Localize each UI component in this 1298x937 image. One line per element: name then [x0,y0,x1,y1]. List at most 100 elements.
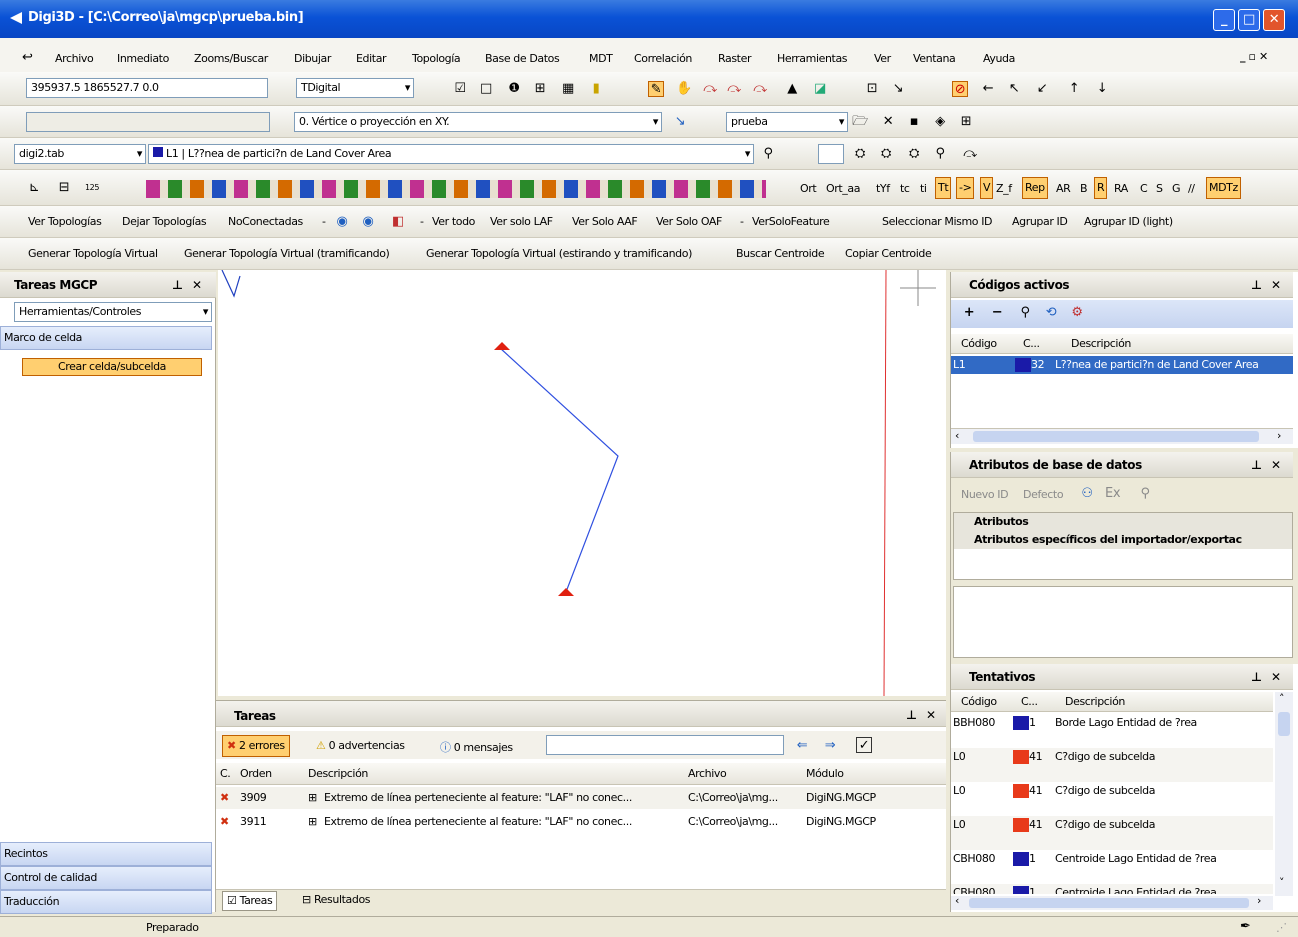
section-control-calidad[interactable]: Control de calidad [0,866,212,890]
tool-icon-3[interactable]: ⛭ [906,146,922,162]
ex-button[interactable]: Ex [1105,486,1121,501]
label-g[interactable]: G [1172,182,1181,195]
label-ra[interactable]: RA [1114,182,1128,195]
table-row[interactable]: L0 41 C?digo de subcelda [951,748,1273,782]
col-orden[interactable]: Orden [240,767,272,780]
measure-icon[interactable]: ⊾ [26,180,42,196]
menu-editar[interactable]: Editar [356,52,387,65]
btn-buscar-centroide[interactable]: Buscar Centroide [736,247,825,260]
tools-dropdown[interactable]: Herramientas/Controles ▾ [14,302,212,322]
btn-versolofeature[interactable]: VerSoloFeature [752,215,830,228]
label-mdtz[interactable]: MDTz [1206,177,1241,199]
binoculars-icon[interactable]: ⚲ [760,146,776,162]
menu-app-icon[interactable]: ↩ [22,50,33,65]
menu-ventana[interactable]: Ventana [913,52,956,65]
empty-field[interactable] [818,144,844,164]
atributos-row[interactable]: Atributos [954,513,1292,531]
next-arrow-icon[interactable]: ⇒ [822,738,838,754]
scroll-left-icon[interactable]: ‹ [955,894,959,907]
messages-filter[interactable]: ⓘ 0 mensajes [440,739,513,755]
menu-mdt[interactable]: MDT [589,52,613,65]
users-icon[interactable]: ⚇ [1079,486,1095,502]
properties-icon[interactable]: ⊞ [532,81,548,97]
delete-icon[interactable]: ✕ [880,114,896,130]
counter-icon[interactable]: 125 [84,180,100,196]
device-select[interactable]: TDigital ▾ [296,78,414,98]
menu-inmediato[interactable]: Inmediato [117,52,169,65]
search-icon[interactable]: ⚲ [1137,486,1153,502]
pin-icon[interactable]: ⊥ [1251,458,1262,472]
btn-ver-solo-oaf[interactable]: Ver Solo OAF [656,215,722,228]
col-descripcion[interactable]: Descripción [1065,695,1125,708]
tool-icon-1[interactable]: ⛭ [852,146,868,162]
menu-base-datos[interactable]: Base de Datos [485,52,560,65]
btn-generar-topologia[interactable]: Generar Topología Virtual [28,247,158,260]
settings-icon[interactable]: ⚙ [1069,305,1085,321]
scroll-thumb[interactable] [1278,712,1290,736]
feature-tools-strip[interactable] [146,180,766,198]
terrain-icon[interactable]: ▲ [784,81,800,97]
help-icon[interactable]: ❶ [506,81,522,97]
label-slashes[interactable]: // [1188,182,1195,195]
layers-icon[interactable]: ◧ [390,214,406,230]
close-icon[interactable]: ✕ [1271,278,1281,292]
col-descripcion[interactable]: Descripción [1071,337,1131,350]
minimize-button[interactable]: _ [1213,9,1235,31]
coordinates-field[interactable]: 395937.5 1865527.7 0.0 [26,78,268,98]
btn-generar-topologia-estir[interactable]: Generar Topología Virtual (estirando y t… [426,247,692,260]
table-row[interactable]: L1 32 L??nea de partici?n de Land Cover … [951,356,1293,374]
col-color[interactable]: C... [1021,695,1038,708]
tool-icon-5[interactable]: ⤼ [962,146,978,162]
arrow-down-icon[interactable]: ↓ [1094,81,1110,97]
atributos-especificos-row[interactable]: Atributos específicos del importador/exp… [954,531,1292,549]
menu-topologia[interactable]: Topología [412,52,461,65]
btn-agrupar-id-light[interactable]: Agrupar ID (light) [1084,215,1173,228]
maximize-button[interactable]: □ [1238,9,1260,31]
scroll-right-icon[interactable]: › [1277,429,1281,442]
btn-seleccionar-mismo-id[interactable]: Seleccionar Mismo ID [882,215,993,228]
label-ti[interactable]: ti [920,182,927,195]
defecto-button[interactable]: Defecto [1023,488,1064,501]
pin-icon[interactable]: ⊥ [1251,278,1262,292]
btn-agrupar-id[interactable]: Agrupar ID [1012,215,1068,228]
btn-ver-todo[interactable]: Ver todo [432,215,475,228]
export-icon[interactable]: ◈ [932,114,948,130]
menu-ayuda[interactable]: Ayuda [983,52,1015,65]
prev-arrow-icon[interactable]: ⇐ [794,738,810,754]
cancel-icon[interactable]: ⊘ [952,81,968,97]
btn-ver-solo-aaf[interactable]: Ver Solo AAF [572,215,638,228]
tab-tareas[interactable]: ☑ Tareas [222,891,278,911]
expand-icon[interactable]: ⊞ [308,791,317,804]
globe-icon-1[interactable]: ◉ [334,214,350,230]
label-ar[interactable]: AR [1056,182,1071,195]
add-icon[interactable]: + [961,305,977,321]
pin-icon[interactable]: ⊥ [906,708,917,722]
label-tyf[interactable]: tYf [876,182,890,195]
pin-icon[interactable]: ⊥ [172,278,183,292]
menu-ver[interactable]: Ver [874,52,891,65]
route-icon-2[interactable]: ↘ [890,81,906,97]
arrow-up-icon[interactable]: ↑ [1066,81,1082,97]
remove-icon[interactable]: − [989,305,1005,321]
btn-ver-topologias[interactable]: Ver Topologías [28,215,102,228]
arrow-left-icon[interactable]: ← [980,81,996,97]
checkbox-icon[interactable]: ✓ [856,737,872,753]
menu-raster[interactable]: Raster [718,52,751,65]
col-descripcion[interactable]: Descripción [308,767,368,780]
menu-dibujar[interactable]: Dibujar [294,52,331,65]
route-icon-1[interactable]: ⊡ [864,81,880,97]
table-row[interactable]: L0 41 C?digo de subcelda [951,816,1273,850]
drawing-canvas[interactable] [218,269,946,697]
btn-copiar-centroide[interactable]: Copiar Centroide [845,247,932,260]
code-select[interactable]: L1 | L??nea de partici?n de Land Cover A… [148,144,754,164]
expand-icon[interactable]: ⊞ [308,815,317,828]
label-ort-aa[interactable]: Ort_aa [826,182,860,195]
label-tt[interactable]: Tt [935,177,952,199]
menu-zooms[interactable]: Zooms/Buscar [194,52,268,65]
close-icon[interactable]: ✕ [926,708,936,722]
tab-file-select[interactable]: digi2.tab ▾ [14,144,146,164]
col-archivo[interactable]: Archivo [688,767,727,780]
square-icon[interactable]: □ [478,81,494,97]
label-s[interactable]: S [1156,182,1163,195]
menu-correlacion[interactable]: Correlación [634,52,692,65]
